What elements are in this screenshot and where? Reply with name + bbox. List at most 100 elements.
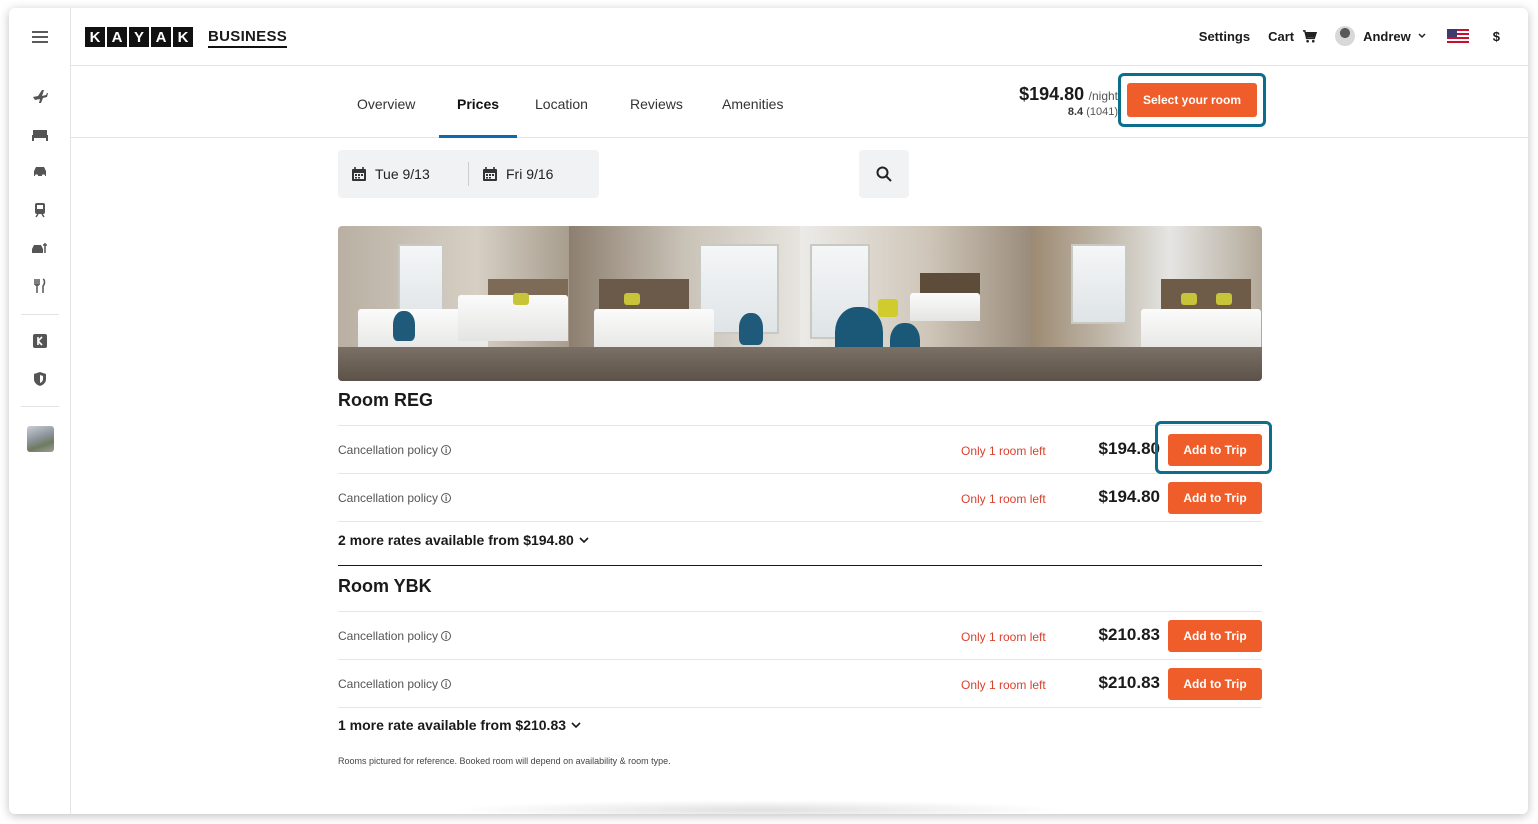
select-room-highlight: Select your room <box>1118 73 1266 127</box>
more-rates-label: 2 more rates available from $194.80 <box>338 532 574 548</box>
calendar-icon <box>352 167 366 181</box>
add-to-trip-button[interactable]: Add to Trip <box>1168 482 1262 514</box>
logo-letter: Y <box>129 27 149 47</box>
scroll-shadow <box>449 800 1069 814</box>
cancellation-label: Cancellation policy <box>338 629 439 643</box>
rate-row: Cancellation policy i Only 1 room left $… <box>338 659 1262 707</box>
rating-score: 8.4 <box>1067 106 1084 118</box>
tab-prices[interactable]: Prices <box>457 96 499 112</box>
per-night-label: /night <box>1088 89 1118 103</box>
cancellation-policy-link[interactable]: Cancellation policy i <box>338 677 452 691</box>
user-menu[interactable]: Andrew <box>1335 26 1427 46</box>
info-icon: i <box>441 445 452 455</box>
row-divider <box>338 707 1262 708</box>
calendar-icon <box>483 167 497 181</box>
cart-label: Cart <box>1268 28 1295 44</box>
cancellation-label: Cancellation policy <box>338 491 439 505</box>
rooms-footnote: Rooms pictured for reference. Booked roo… <box>338 756 671 766</box>
info-icon: i <box>441 679 452 689</box>
top-header: K A Y A K BUSINESS Settings Cart Andrew … <box>71 8 1528 66</box>
room-title: Room YBK <box>338 576 432 596</box>
add-to-trip-button[interactable]: Add to Trip <box>1168 668 1262 700</box>
cancellation-policy-link[interactable]: Cancellation policy i <box>338 629 452 643</box>
cancellation-label: Cancellation policy <box>338 677 439 691</box>
cancellation-policy-link[interactable]: Cancellation policy i <box>338 491 452 505</box>
currency-selector[interactable]: $ <box>1493 29 1500 44</box>
settings-link[interactable]: Settings <box>1199 29 1250 44</box>
checkin-date[interactable]: Tue 9/13 <box>351 166 430 182</box>
info-icon: i <box>441 493 452 503</box>
cancellation-policy-link[interactable]: Cancellation policy i <box>338 443 452 457</box>
room-photo[interactable] <box>800 226 1031 381</box>
rate-price: $210.83 <box>1098 625 1160 644</box>
select-your-room-button[interactable]: Select your room <box>1127 83 1257 117</box>
info-icon: i <box>441 631 452 641</box>
restaurant-icon[interactable] <box>30 276 50 296</box>
more-rates-toggle[interactable]: 1 more rate available from $210.83 <box>338 717 582 733</box>
sidebar-divider <box>21 314 59 315</box>
sidebar-divider <box>21 406 59 407</box>
tab-reviews[interactable]: Reviews <box>630 96 683 112</box>
review-count: (1041) <box>1086 106 1118 118</box>
date-picker: Tue 9/13 Fri 9/16 <box>338 150 599 198</box>
logo-letter: A <box>107 27 127 47</box>
rate-price: $194.80 <box>1098 487 1160 506</box>
availability-notice: Only 1 room left <box>961 444 1046 458</box>
room-divider <box>338 565 1262 566</box>
rate-price: $210.83 <box>1098 673 1160 692</box>
tab-location[interactable]: Location <box>535 96 588 112</box>
room-photo[interactable] <box>569 226 800 381</box>
trip-thumbnail[interactable] <box>27 426 54 452</box>
add-to-trip-highlight <box>1155 421 1272 474</box>
user-name: Andrew <box>1363 28 1411 44</box>
search-icon <box>876 166 892 182</box>
chevron-down-icon <box>571 722 581 729</box>
sidebar <box>9 8 71 814</box>
date-divider <box>468 162 469 186</box>
rating: 8.4 (1041) <box>1019 106 1118 118</box>
checkout-date[interactable]: Fri 9/16 <box>482 166 553 182</box>
rate-row: Cancellation policy i Only 1 room left $… <box>338 611 1262 659</box>
search-button[interactable] <box>859 150 909 198</box>
hotel-icon[interactable] <box>30 124 50 144</box>
availability-notice: Only 1 room left <box>961 492 1046 506</box>
rate-price: $194.80 <box>1098 439 1160 458</box>
car-rental-icon[interactable] <box>30 238 50 258</box>
menu-icon[interactable] <box>30 27 50 47</box>
flight-icon[interactable] <box>30 86 50 106</box>
checkin-label: Tue 9/13 <box>375 166 430 182</box>
chevron-down-icon <box>579 537 589 544</box>
shield-icon[interactable] <box>30 369 50 389</box>
price-summary: $194.80 /night 8.4 (1041) <box>1019 84 1118 118</box>
kayak-k-icon[interactable] <box>30 331 50 351</box>
room-photo[interactable] <box>338 226 569 381</box>
train-icon[interactable] <box>30 200 50 220</box>
country-selector[interactable] <box>1446 29 1469 43</box>
room-photo[interactable] <box>1031 226 1262 381</box>
hotel-tab-bar: Overview Prices Location Reviews Ameniti… <box>71 66 1528 138</box>
kayak-logo[interactable]: K A Y A K <box>85 27 193 47</box>
cart-icon <box>1303 29 1318 42</box>
active-tab-indicator <box>439 135 517 138</box>
cancellation-label: Cancellation policy <box>338 443 439 457</box>
us-flag-icon <box>1446 29 1469 43</box>
checkout-label: Fri 9/16 <box>506 166 554 182</box>
add-to-trip-button[interactable]: Add to Trip <box>1168 620 1262 652</box>
chevron-down-icon <box>1418 33 1426 39</box>
availability-notice: Only 1 room left <box>961 630 1046 644</box>
tab-amenities[interactable]: Amenities <box>722 96 783 112</box>
room-title: Room REG <box>338 390 434 410</box>
nightly-price: $194.80 <box>1019 84 1085 104</box>
tab-overview[interactable]: Overview <box>357 96 415 112</box>
row-divider <box>338 521 1262 522</box>
rate-row: Cancellation policy i Only 1 room left $… <box>338 425 1262 473</box>
availability-notice: Only 1 room left <box>961 678 1046 692</box>
logo-letter: K <box>85 27 105 47</box>
more-rates-toggle[interactable]: 2 more rates available from $194.80 <box>338 532 590 548</box>
business-label[interactable]: BUSINESS <box>208 28 288 48</box>
logo-letter: A <box>151 27 171 47</box>
cart-link[interactable]: Cart <box>1268 28 1318 44</box>
room-photo-gallery[interactable] <box>338 226 1262 381</box>
app-window: K A Y A K BUSINESS Settings Cart Andrew … <box>9 8 1528 814</box>
car-icon[interactable] <box>30 162 50 182</box>
